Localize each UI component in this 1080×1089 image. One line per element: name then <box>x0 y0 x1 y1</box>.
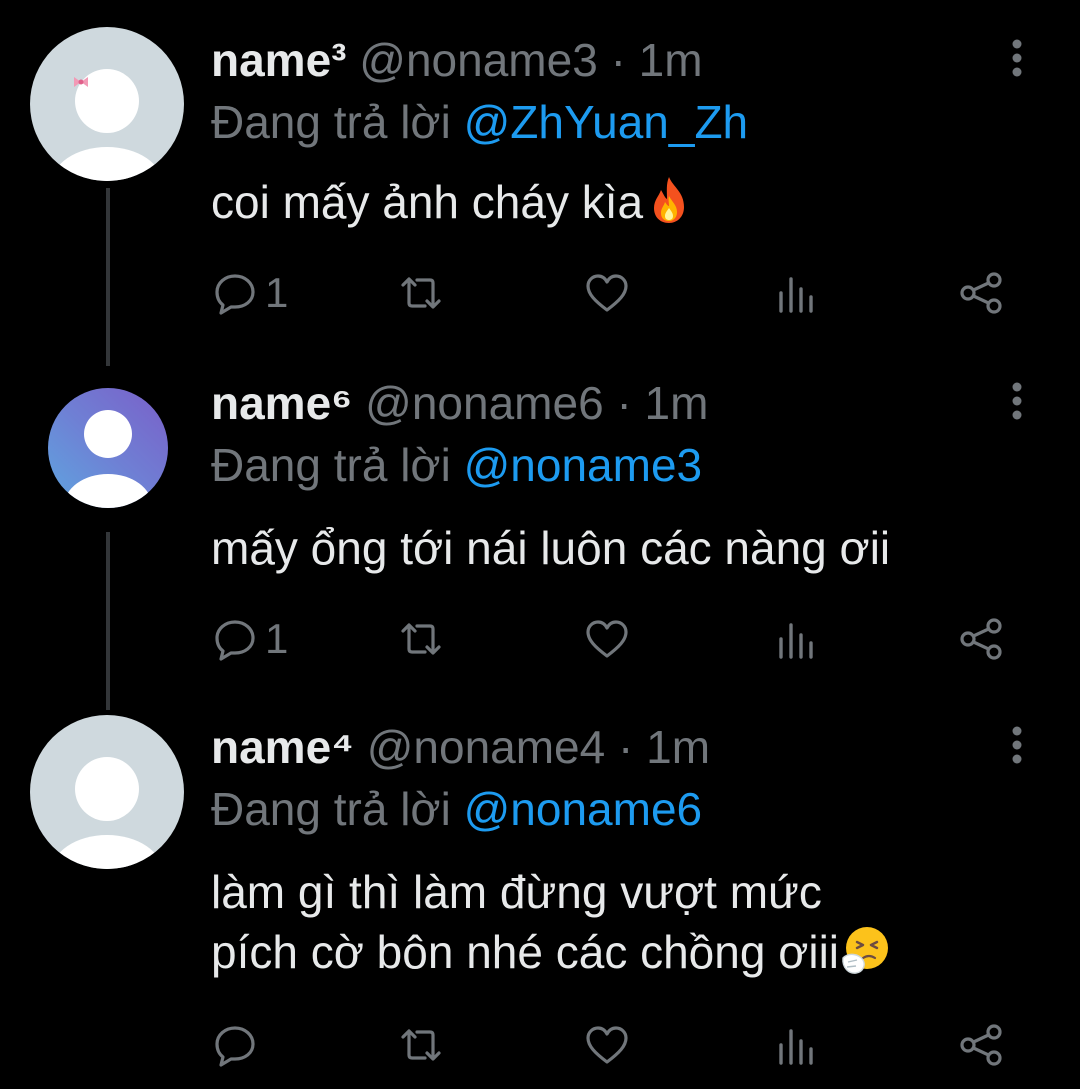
share-button[interactable] <box>957 614 1005 664</box>
handle[interactable]: @noname4 <box>367 721 606 773</box>
handle[interactable]: @noname3 <box>359 34 598 86</box>
tweet-actions: 1 <box>211 614 1031 664</box>
tweet-header: name⁴ @noname4 · 1m <box>211 719 710 775</box>
thread-connector-line <box>106 532 110 710</box>
share-button[interactable] <box>957 268 1005 318</box>
display-name[interactable]: name⁶ <box>211 377 352 429</box>
retweet-icon <box>401 1029 441 1061</box>
retweet-button[interactable] <box>397 268 445 318</box>
replying-to-label: Đang trả lời <box>211 439 451 491</box>
tweet-text-line: pích cờ bôn nhé các chồng ơiii <box>211 926 840 978</box>
display-name[interactable]: name⁴ <box>211 721 354 773</box>
analytics-button[interactable] <box>773 1020 821 1070</box>
heart-icon <box>586 274 628 312</box>
avatar[interactable] <box>30 715 184 869</box>
tweet-header: name³ @noname3 · 1m <box>211 32 703 88</box>
like-button[interactable] <box>583 614 631 664</box>
sneezing-face-emoji-icon <box>839 924 891 976</box>
heart-icon <box>586 620 628 658</box>
reply-icon <box>215 620 255 661</box>
tweet-text-line: mấy ổng tới nái luôn các nàng ơii <box>211 522 891 574</box>
reply-button[interactable]: 1 <box>211 614 288 664</box>
separator: · <box>610 34 626 86</box>
tweet-header: name⁶ @noname6 · 1m <box>211 375 708 431</box>
reply-count: 1 <box>265 269 289 316</box>
retweet-icon <box>401 623 441 655</box>
analytics-button[interactable] <box>773 614 821 664</box>
retweet-button[interactable] <box>397 614 445 664</box>
timestamp[interactable]: 1m <box>639 34 703 86</box>
tweet-actions: 1 <box>211 268 1031 318</box>
replying-to-label: Đang trả lời <box>211 783 451 835</box>
analytics-icon <box>779 623 813 659</box>
analytics-icon <box>779 277 813 313</box>
tweet-text: làm gì thì làm đừng vượt mức pích cờ bôn… <box>211 862 891 982</box>
tweet-actions <box>211 1020 1031 1070</box>
display-name[interactable]: name³ <box>211 34 346 86</box>
reply-icon <box>215 1026 255 1067</box>
mention-link[interactable]: @noname6 <box>464 783 703 835</box>
analytics-button[interactable] <box>773 268 821 318</box>
timestamp[interactable]: 1m <box>645 377 709 429</box>
avatar[interactable] <box>48 388 168 508</box>
reply-icon <box>215 274 255 315</box>
mention-link[interactable]: @noname3 <box>464 439 703 491</box>
heart-icon <box>586 1026 628 1064</box>
share-button[interactable] <box>957 1020 1005 1070</box>
more-options-icon[interactable] <box>1002 377 1032 429</box>
fire-emoji-icon <box>643 174 695 226</box>
replying-to-label: Đang trả lời <box>211 96 451 148</box>
share-icon <box>960 1024 1002 1066</box>
retweet-icon <box>401 277 441 309</box>
reply-button[interactable] <box>211 1020 265 1070</box>
share-icon <box>960 618 1002 660</box>
more-options-icon[interactable] <box>1002 721 1032 773</box>
more-options-icon[interactable] <box>1002 34 1032 86</box>
tweet-text-line: coi mấy ảnh cháy kìa <box>211 176 644 228</box>
reply-button[interactable]: 1 <box>211 268 288 318</box>
separator: · <box>616 377 632 429</box>
thread-connector-line <box>106 188 110 366</box>
share-icon <box>960 272 1002 314</box>
avatar[interactable] <box>30 27 184 181</box>
analytics-icon <box>779 1029 813 1065</box>
replying-to: Đang trả lời @ZhYuan_Zh <box>211 94 748 150</box>
tweet-text: coi mấy ảnh cháy kìa <box>211 172 695 232</box>
reply-count: 1 <box>265 615 289 662</box>
like-button[interactable] <box>583 268 631 318</box>
retweet-button[interactable] <box>397 1020 445 1070</box>
tweet-text: mấy ổng tới nái luôn các nàng ơii <box>211 518 890 578</box>
like-button[interactable] <box>583 1020 631 1070</box>
separator: · <box>618 721 634 773</box>
handle[interactable]: @noname6 <box>365 377 604 429</box>
mention-link[interactable]: @ZhYuan_Zh <box>464 96 749 148</box>
timestamp[interactable]: 1m <box>646 721 710 773</box>
replying-to: Đang trả lời @noname6 <box>211 781 702 837</box>
replying-to: Đang trả lời @noname3 <box>211 437 702 493</box>
tweet-text-line: làm gì thì làm đừng vượt mức <box>211 866 822 918</box>
